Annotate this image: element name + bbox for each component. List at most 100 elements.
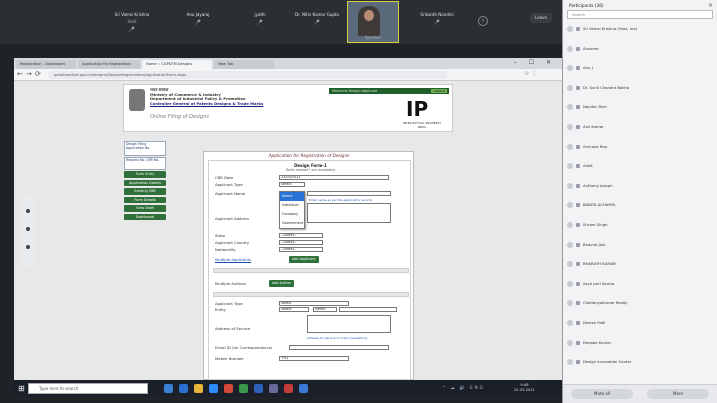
applicant-type-select[interactable]: Select xyxy=(279,182,305,187)
participant-tile[interactable]: Srikanth Nandini 🎤 xyxy=(412,2,462,42)
active-speaker-tile[interactable]: Speaker xyxy=(347,1,399,43)
word-icon[interactable] xyxy=(254,384,263,393)
acrobat-icon[interactable] xyxy=(284,384,293,393)
video-off-icon xyxy=(576,105,580,110)
applicant-name-field[interactable] xyxy=(307,191,391,196)
office-title: Online Filing of Designs xyxy=(150,114,209,120)
participant-row[interactable]: Anthony Joseph xyxy=(567,181,713,190)
logout-button[interactable]: Logout xyxy=(431,89,447,93)
toolbar-dot-icon[interactable] xyxy=(26,245,30,249)
cbr-date-field[interactable]: 25/03/2021 xyxy=(279,175,389,180)
participant-row[interactable]: ChaitanyaKumar Reddy xyxy=(567,298,713,307)
participant-row[interactable]: Dinesh Patil xyxy=(567,318,713,327)
participants-search-input[interactable]: Search xyxy=(567,10,713,19)
windows-start-icon[interactable]: ⊞ xyxy=(18,384,25,393)
close-icon[interactable]: × xyxy=(708,2,713,9)
excel-icon[interactable] xyxy=(239,384,248,393)
window-controls[interactable]: – ☐ ✕ xyxy=(514,59,556,66)
entity-select[interactable]: Select xyxy=(279,307,309,312)
task-view-icon[interactable] xyxy=(164,384,173,393)
dropdown-option[interactable]: Individual xyxy=(280,201,304,210)
muted-mic-icon: 🎤 xyxy=(128,27,136,33)
participant-name: Anusree xyxy=(583,45,599,51)
add-applicant-button[interactable]: Add Applicant xyxy=(289,256,319,263)
participant-row[interactable]: Anil Kumar xyxy=(567,122,713,131)
system-tray[interactable]: ^ ☁ 🔊 ENG xyxy=(442,385,485,390)
url-input[interactable]: ipindiaonline.gov.in/designs/DesignRegis… xyxy=(48,71,448,79)
edge-icon[interactable] xyxy=(179,384,188,393)
video-off-icon xyxy=(576,301,580,306)
participant-row[interactable]: Dr. Sunil Chandra Baliha xyxy=(567,83,713,92)
applicant-address-textarea[interactable] xyxy=(307,203,391,223)
state-select[interactable]: --Select-- xyxy=(279,233,323,238)
toolbar-dot-icon[interactable] xyxy=(26,227,30,231)
mute-all-button[interactable]: Mute all xyxy=(571,389,633,399)
reload-icon[interactable]: ⟳ xyxy=(35,70,41,78)
bookmark-menu-icons[interactable]: ☆ ⋮ xyxy=(524,70,537,77)
address-of-service-textarea[interactable] xyxy=(307,315,391,333)
taskbar-clock[interactable]: 9:48 25-03-2021 xyxy=(514,383,535,393)
ip-india-logo-caption: INTELLECTUAL PROPERTY INDIA xyxy=(402,121,442,129)
dropdown-option[interactable]: Company xyxy=(280,210,304,219)
menu-view-draft[interactable]: View Draft xyxy=(124,205,166,212)
clock-date: 25-03-2021 xyxy=(514,388,535,392)
applicant-type2-select[interactable]: Select xyxy=(279,301,349,306)
menu-form-entry[interactable]: Form Entry xyxy=(124,171,166,178)
participant-name: Anil Kumar xyxy=(583,124,604,129)
tile-role: Speaker xyxy=(364,35,382,40)
toolbar-dot-icon[interactable] xyxy=(26,209,30,213)
email-label: Email ID (for Correspondence) xyxy=(215,345,273,350)
participant-row[interactable]: BHARATH KUMAR xyxy=(567,259,713,268)
dropdown-option[interactable]: Government xyxy=(280,219,304,228)
mobile-field[interactable]: +91 xyxy=(279,356,349,361)
applicant-type2-label: Applicant Type xyxy=(215,301,243,306)
add-author-button[interactable]: Add Author xyxy=(269,280,295,287)
taskbar-search-input[interactable]: Type here to search xyxy=(28,383,148,394)
email-field[interactable] xyxy=(289,345,389,350)
chrome-icon[interactable] xyxy=(224,384,233,393)
zoom-icon[interactable] xyxy=(209,384,218,393)
applicant-type-dropdown[interactable]: Select Individual Company Government xyxy=(279,191,305,229)
leave-button[interactable]: Leave xyxy=(530,13,552,23)
participant-row[interactable]: Deepak Kumar xyxy=(567,338,713,347)
participant-row[interactable]: Anu J xyxy=(567,63,713,72)
forward-icon[interactable]: → xyxy=(26,70,32,78)
settings-icon[interactable] xyxy=(269,384,278,393)
browser-tab-active[interactable]: Home :: CGPDTM Designs xyxy=(142,60,212,69)
participant-row[interactable]: Design Innovation Center xyxy=(567,357,713,366)
menu-application-details[interactable]: Application Details xyxy=(124,179,166,186)
country-select[interactable]: --Select-- xyxy=(279,240,323,245)
participant-tile[interactable]: Anu Jayaraj 🎤 xyxy=(178,2,218,42)
entity-detail-field[interactable] xyxy=(339,307,397,312)
applicant-name-hint: Enter name as per the applicant's record… xyxy=(309,198,373,202)
mail-icon[interactable] xyxy=(299,384,308,393)
participant-row[interactable]: BABITA ACHARYA xyxy=(567,200,713,209)
file-explorer-icon[interactable] xyxy=(194,384,203,393)
more-button[interactable]: More xyxy=(647,389,709,399)
participant-row[interactable]: Archana Rao xyxy=(567,142,713,151)
country-code-select[interactable]: Select xyxy=(313,307,337,312)
menu-existing-cbr[interactable]: Existing CBR xyxy=(124,188,166,195)
participant-row[interactable]: Ankit xyxy=(567,161,713,170)
participant-tile[interactable]: jyothi 🎤 xyxy=(240,2,280,42)
menu-form-details[interactable]: Form Details xyxy=(124,196,166,203)
nationality-select[interactable]: --Select-- xyxy=(279,247,323,252)
participant-row[interactable]: Anusree xyxy=(567,44,713,53)
participant-row[interactable]: Bhavna Jain xyxy=(567,240,713,249)
menu-dashboard[interactable]: Dashboard xyxy=(124,213,166,220)
participant-row[interactable]: Sri Vamsi Krishna (Host, me) xyxy=(567,24,713,33)
next-arrow-icon[interactable]: › xyxy=(478,16,488,26)
browser-tab[interactable]: Registration - Dashboard xyxy=(16,60,76,69)
back-icon[interactable]: ← xyxy=(17,70,23,78)
participant-tile[interactable]: Dr. Nitin Kumar Gupta 🎤 xyxy=(292,2,342,42)
browser-tab[interactable]: New Tab xyxy=(214,60,274,69)
participant-row[interactable]: Ilaya peri Sarma xyxy=(567,279,713,288)
dropdown-option[interactable]: Select xyxy=(280,192,304,201)
participant-row[interactable]: Nandini Ravi xyxy=(567,102,713,111)
multiple-applicants-link[interactable]: Multiple Applicants xyxy=(215,257,251,262)
browser-tab[interactable]: Application for Registration xyxy=(78,60,140,69)
floating-side-toolbar[interactable] xyxy=(22,195,34,267)
participant-row[interactable]: Sriram Singh xyxy=(567,220,713,229)
participant-tile[interactable]: Sri Vamsi Krishna Host 🎤 xyxy=(112,2,152,42)
national-emblem-icon xyxy=(129,89,145,111)
